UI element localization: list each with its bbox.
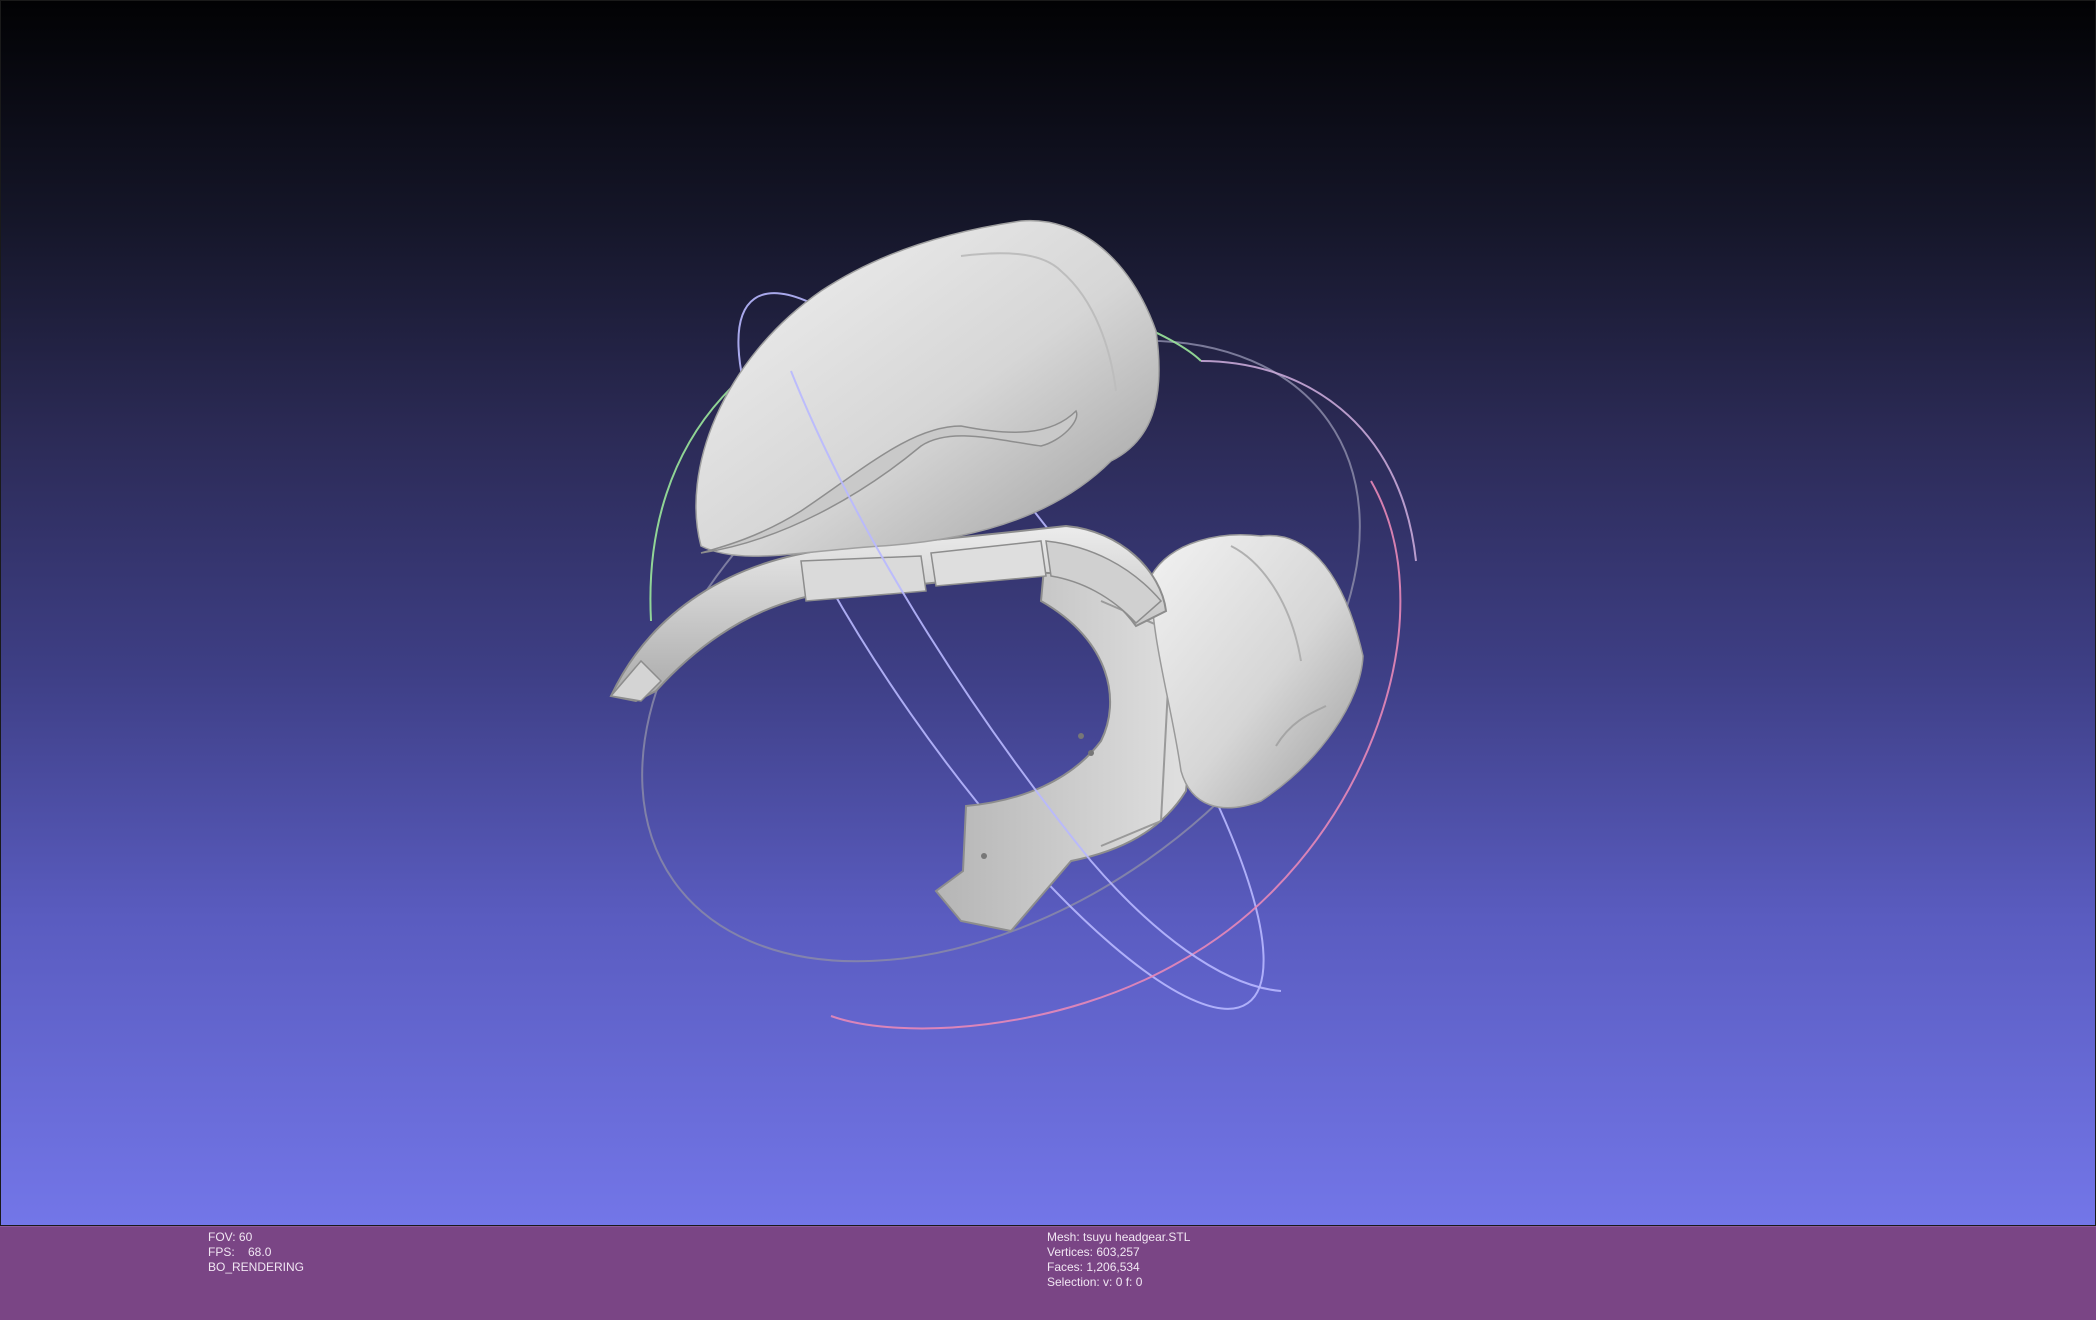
mesh-right-earcup xyxy=(1150,534,1364,809)
mesh-name-label: Mesh: tsuyu headgear.STL xyxy=(1047,1230,1191,1244)
render-info: FOV: 60 FPS: 68.0 BO_RENDERING xyxy=(208,1230,304,1275)
faces-label: Faces: 1,206,534 xyxy=(1047,1260,1140,1274)
mesh-info: Mesh: tsuyu headgear.STL Vertices: 603,2… xyxy=(1047,1230,1190,1290)
fps-label: FPS: 68.0 xyxy=(208,1245,272,1259)
vertices-label: Vertices: 603,257 xyxy=(1047,1245,1140,1259)
3d-viewport[interactable] xyxy=(0,0,2096,1226)
selection-label: Selection: v: 0 f: 0 xyxy=(1047,1275,1143,1289)
rendering-mode-label: BO_RENDERING xyxy=(208,1260,305,1274)
mesh-scene[interactable] xyxy=(1,1,2096,1226)
mesh-left-earcup xyxy=(695,219,1160,557)
info-bar: FOV: 60 FPS: 68.0 BO_RENDERING Mesh: tsu… xyxy=(0,1226,2096,1320)
fov-label: FOV: 60 xyxy=(208,1230,253,1244)
